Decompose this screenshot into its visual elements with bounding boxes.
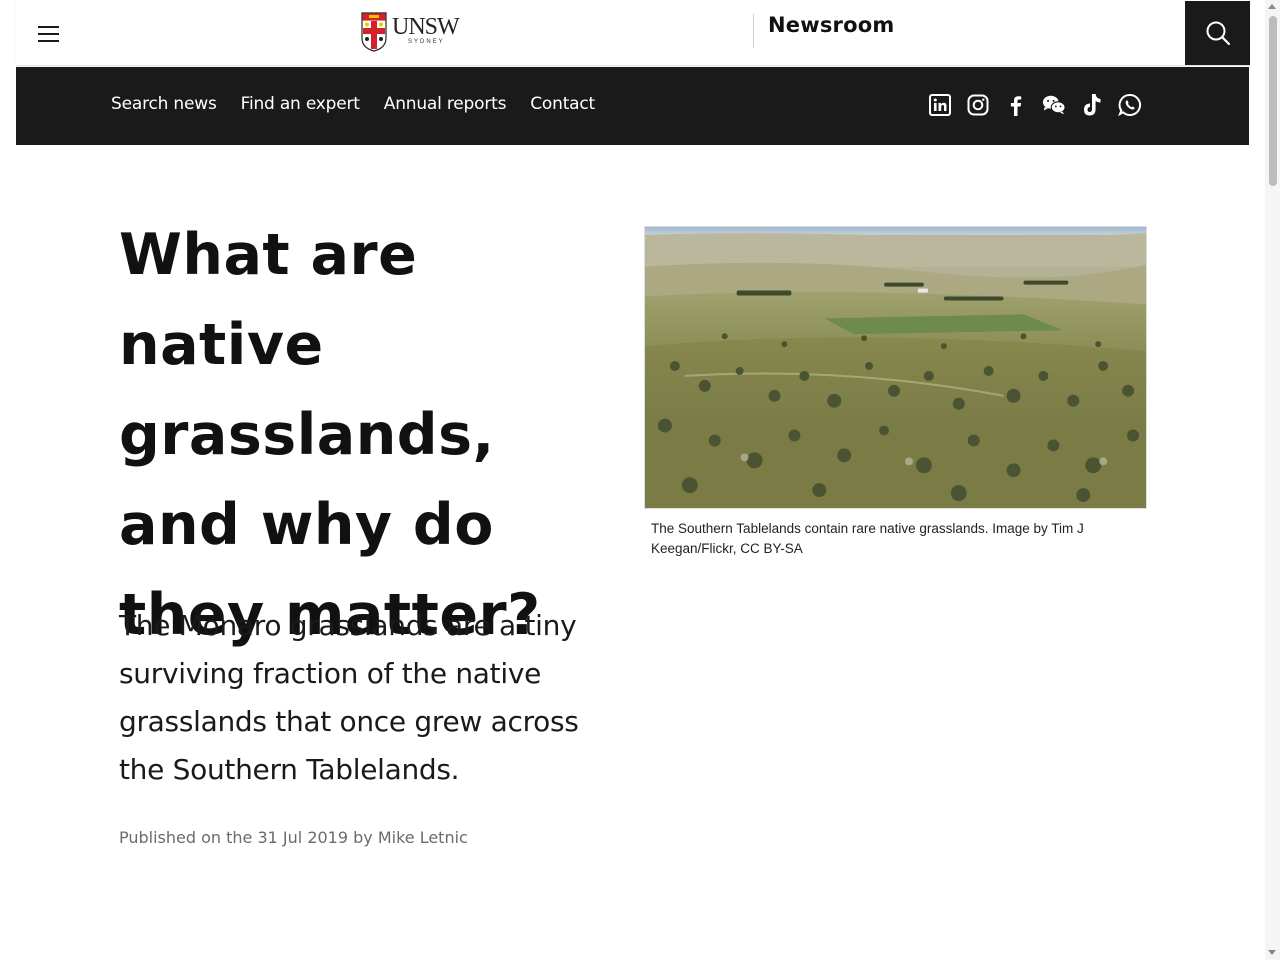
article-title: What are native grasslands, and why do t…	[119, 222, 541, 648]
facebook-icon[interactable]	[1004, 93, 1028, 117]
nav-link-contact[interactable]: Contact	[530, 94, 595, 114]
scroll-down-arrow-icon[interactable]	[1268, 950, 1276, 955]
scroll-up-arrow-icon[interactable]	[1268, 4, 1276, 9]
section-title[interactable]: Newsroom	[768, 13, 894, 37]
wechat-icon[interactable]	[1042, 93, 1066, 117]
image-caption: The Southern Tablelands contain rare nat…	[651, 521, 1084, 556]
secondary-nav: Search news Find an expert Annual report…	[16, 67, 1249, 145]
unsw-logo[interactable]: UNSW SYDNEY	[361, 12, 461, 54]
nav-links: Search news Find an expert Annual report…	[111, 94, 595, 114]
page-scrollbar[interactable]	[1265, 0, 1280, 960]
linkedin-icon[interactable]	[928, 93, 952, 117]
nav-link-annual-reports[interactable]: Annual reports	[384, 94, 507, 114]
nav-link-find-an-expert[interactable]: Find an expert	[241, 94, 360, 114]
article-standfirst: The Monaro grasslands are a tiny survivi…	[119, 609, 579, 786]
social-links	[928, 93, 1142, 117]
tiktok-icon[interactable]	[1080, 93, 1104, 117]
scrollbar-thumb[interactable]	[1269, 16, 1277, 186]
logo-subtext: SYDNEY	[408, 39, 445, 45]
whatsapp-icon[interactable]	[1118, 93, 1142, 117]
search-icon	[1206, 21, 1230, 46]
article-figure: The Southern Tablelands contain rare nat…	[644, 226, 1147, 559]
logo-wordmark: UNSW	[392, 14, 460, 40]
search-button[interactable]	[1185, 1, 1250, 65]
hamburger-menu-icon[interactable]	[38, 26, 60, 42]
nav-link-search-news[interactable]: Search news	[111, 94, 217, 114]
site-header: UNSW SYDNEY Newsroom	[16, 0, 1250, 66]
unsw-crest-icon	[361, 12, 387, 52]
instagram-icon[interactable]	[966, 93, 990, 117]
article-meta: Published on the 31 Jul 2019 by Mike Let…	[119, 828, 468, 847]
grassland-photo	[644, 226, 1147, 509]
header-divider	[753, 14, 754, 48]
